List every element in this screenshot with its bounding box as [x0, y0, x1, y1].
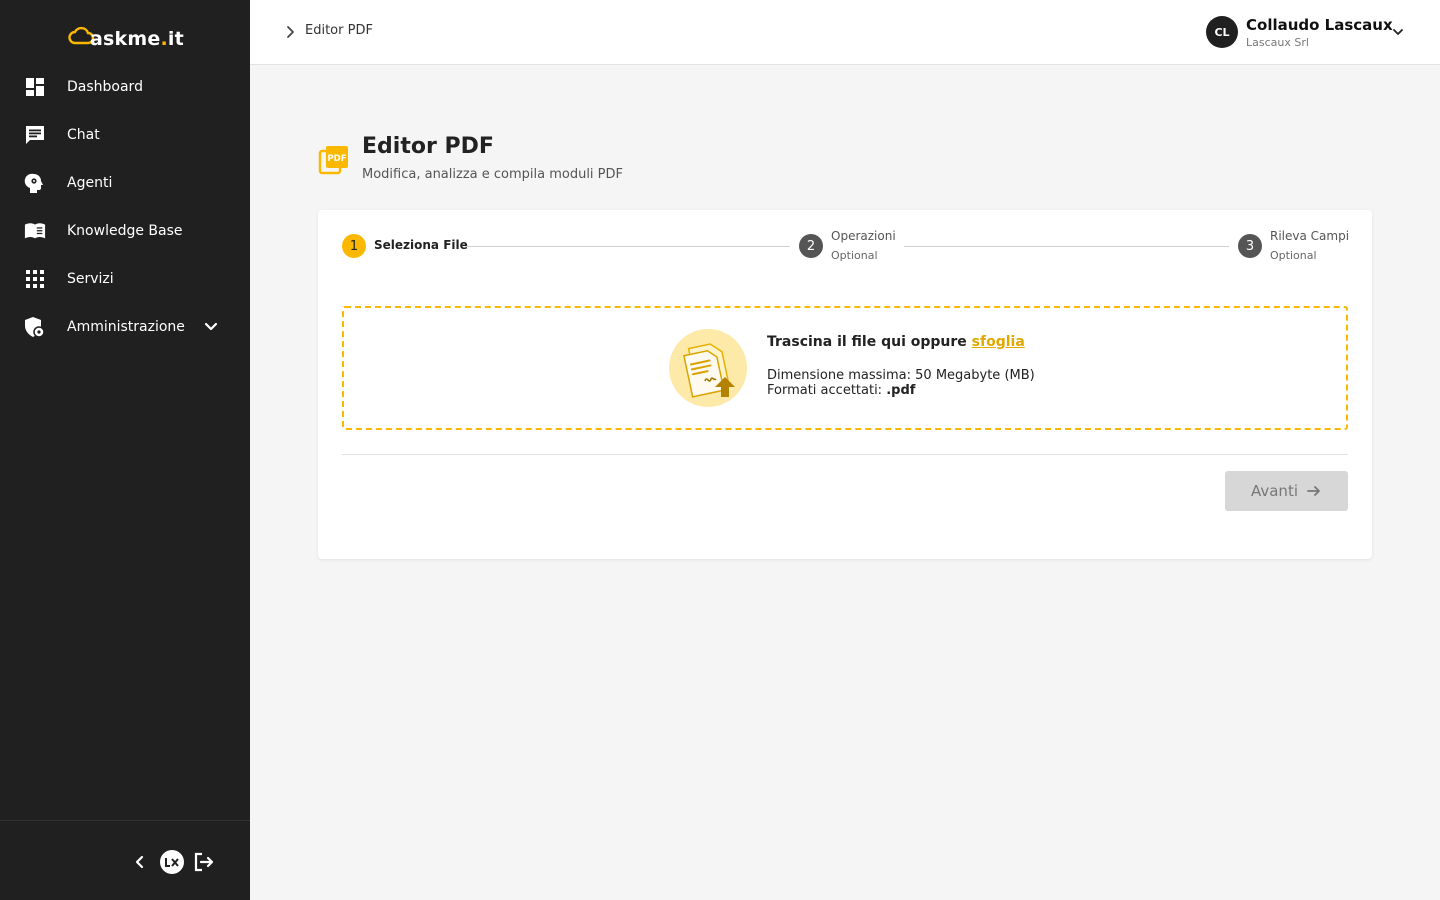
sidebar-item-label: Agenti	[67, 175, 113, 191]
step-2-number[interactable]: 2	[799, 234, 823, 258]
step-1-label[interactable]: Seleziona File	[374, 238, 468, 252]
logout-icon[interactable]	[191, 849, 217, 875]
step-2-label[interactable]: Operazioni	[831, 229, 896, 243]
user-menu-chevron-icon[interactable]	[1390, 24, 1406, 40]
sidebar-footer	[0, 820, 250, 900]
formats-value: .pdf	[886, 383, 916, 398]
lascaux-badge-icon[interactable]	[159, 849, 185, 875]
page-subtitle: Modifica, analizza e compila moduli PDF	[362, 167, 624, 182]
document-upload-icon	[667, 327, 749, 409]
step-1-number[interactable]: 1	[342, 234, 366, 258]
book-icon	[24, 220, 46, 242]
step-3-label[interactable]: Rileva Campi	[1270, 229, 1349, 243]
browse-link[interactable]: sfoglia	[972, 334, 1025, 350]
user-org: Lascaux Srl	[1246, 36, 1309, 49]
sidebar-item-chat[interactable]: Chat	[0, 111, 250, 159]
step-2-optional: Optional	[831, 249, 878, 262]
top-header: Editor PDF CL Collaudo Lascaux Lascaux S…	[250, 0, 1440, 65]
brand-logo[interactable]: askme.it	[68, 18, 184, 52]
step-connector	[904, 246, 1229, 247]
sidebar-nav: Dashboard Chat Agenti Knowledge Base Ser…	[0, 63, 250, 351]
sidebar-item-label: Dashboard	[67, 79, 143, 95]
file-dropzone[interactable]: Trascina il file qui oppure sfoglia Dime…	[342, 306, 1348, 430]
sidebar-item-label: Servizi	[67, 271, 114, 287]
editor-card: 1 Seleziona File 2 Operazioni Optional 3…	[318, 210, 1372, 559]
dashboard-icon	[24, 76, 46, 98]
chevron-left-icon[interactable]	[127, 849, 153, 875]
breadcrumb-chevron-icon	[282, 24, 298, 40]
next-button[interactable]: Avanti	[1225, 471, 1348, 511]
sidebar-item-label: Knowledge Base	[67, 223, 183, 239]
agent-head-icon	[24, 172, 46, 194]
sidebar-item-servizi[interactable]: Servizi	[0, 255, 250, 303]
step-3-optional: Optional	[1270, 249, 1317, 262]
dropzone-title: Trascina il file qui oppure sfoglia	[767, 334, 1025, 350]
sidebar-item-amministrazione[interactable]: Amministrazione	[0, 303, 250, 351]
avatar[interactable]: CL	[1206, 16, 1238, 48]
user-name: Collaudo Lascaux	[1246, 16, 1393, 34]
svg-text:PDF: PDF	[327, 154, 346, 164]
next-button-label: Avanti	[1250, 482, 1298, 500]
dropzone-max-size: Dimensione massima: 50 Megabyte (MB)	[767, 368, 1035, 383]
admin-shield-icon	[24, 316, 46, 338]
step-3-number[interactable]: 3	[1238, 234, 1262, 258]
pdf-icon: PDF	[318, 143, 350, 175]
sidebar-item-label: Chat	[67, 127, 100, 143]
breadcrumb[interactable]: Editor PDF	[305, 23, 373, 38]
sidebar-item-agenti[interactable]: Agenti	[0, 159, 250, 207]
sidebar: askme.it Dashboard Chat Agenti Knowledge…	[0, 0, 250, 900]
divider	[342, 454, 1348, 455]
dropzone-formats: Formati accettati: .pdf	[767, 383, 916, 398]
page-title: Editor PDF	[362, 134, 494, 159]
grid-icon	[24, 268, 46, 290]
step-connector	[465, 246, 790, 247]
sidebar-item-dashboard[interactable]: Dashboard	[0, 63, 250, 111]
chevron-down-icon[interactable]	[203, 319, 219, 335]
sidebar-item-knowledge-base[interactable]: Knowledge Base	[0, 207, 250, 255]
sidebar-item-label: Amministrazione	[67, 319, 185, 335]
arrow-right-icon	[1307, 486, 1320, 496]
chat-icon	[24, 124, 46, 146]
brand-name: askme.it	[90, 28, 184, 50]
